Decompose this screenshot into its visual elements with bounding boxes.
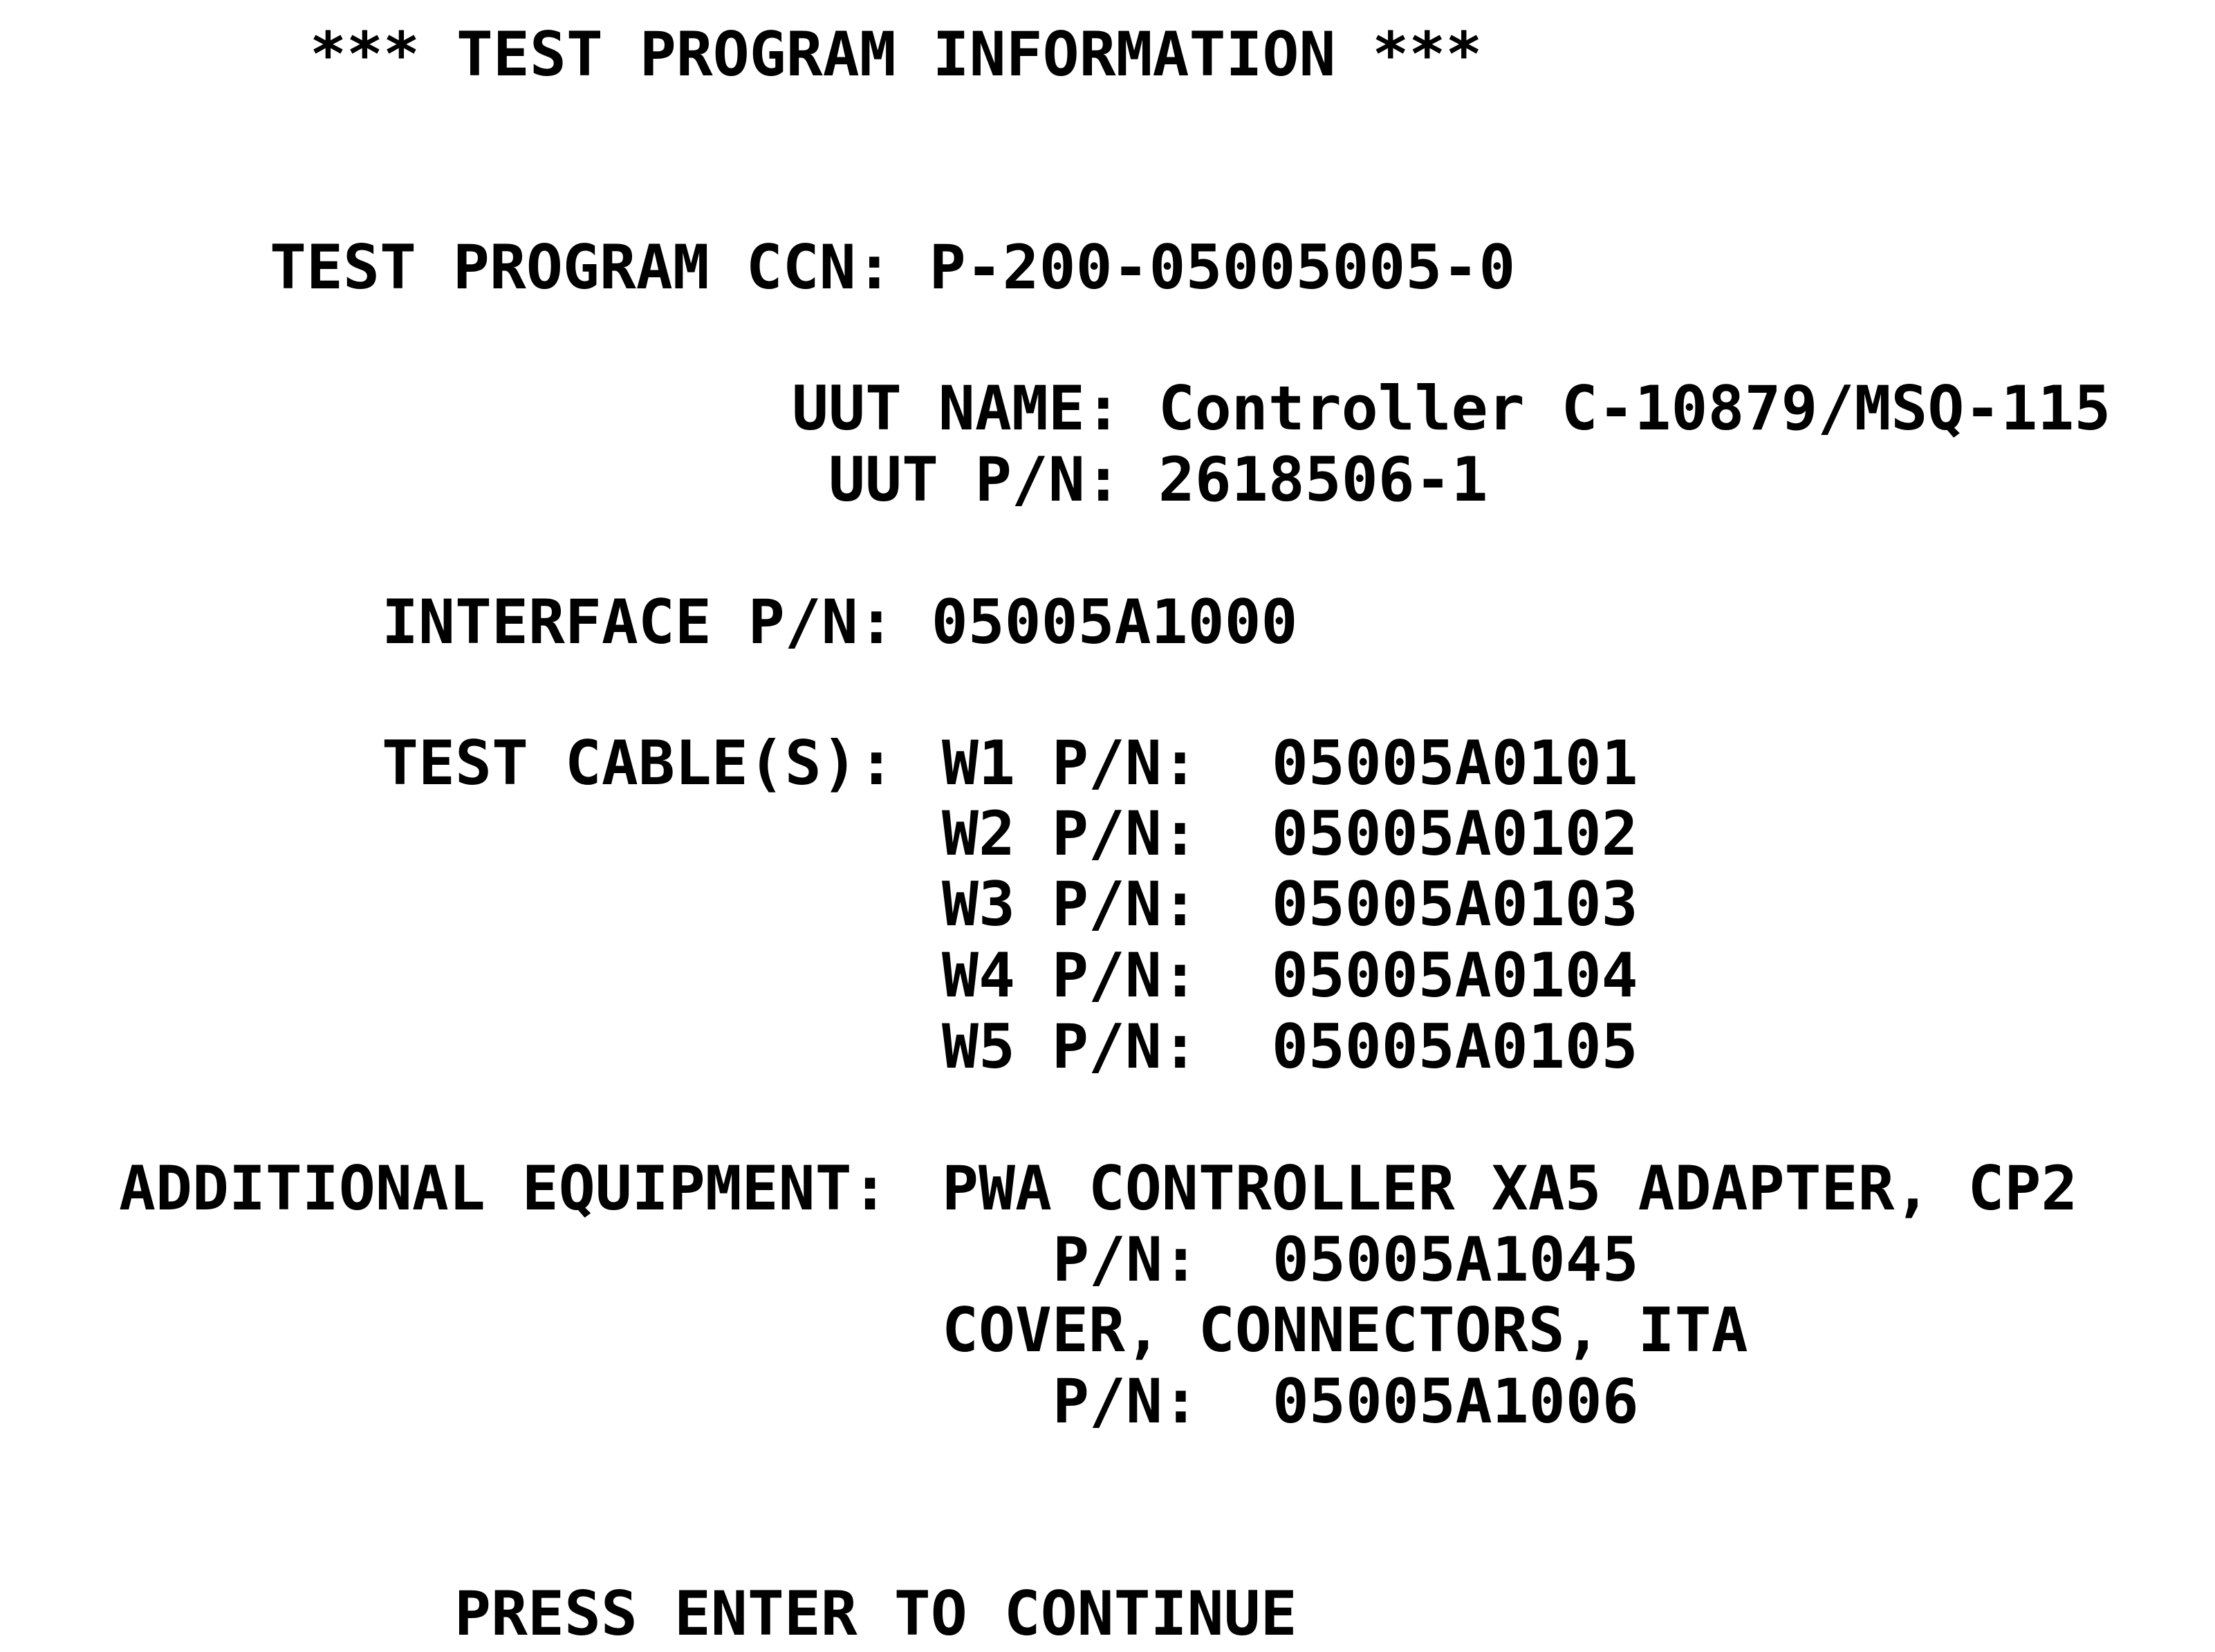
uut-pn-row: UUT P/N: 2618506-1 — [828, 445, 1488, 515]
test-cable-id: W1 P/N: — [942, 727, 1198, 799]
ccn-label: TEST PROGRAM CCN: — [270, 232, 893, 303]
equipment-pn-row: P/N: 05005A1045 — [1053, 1225, 1639, 1295]
interface-pn-row: INTERFACE P/N: 05005A1000 — [382, 587, 1298, 658]
test-cable-id: W4 P/N: — [942, 940, 1198, 1011]
test-cable-id: W2 P/N: — [942, 798, 1198, 869]
test-cable-id: W3 P/N: — [942, 869, 1198, 940]
equipment-name: COVER, CONNECTORS, ITA — [942, 1294, 1748, 1366]
equipment-pn-label: P/N: — [1053, 1366, 1199, 1437]
interface-pn-value: 05005A1000 — [931, 586, 1298, 658]
ccn-value: P-200-05005005-0 — [929, 232, 1516, 303]
test-cable-pn: 05005A0104 — [1271, 940, 1638, 1011]
test-cable-pn: 05005A0101 — [1271, 727, 1638, 799]
test-cables-label: TEST CABLE(S): — [382, 727, 895, 799]
test-cable-row: W2 P/N: 05005A0102 — [942, 799, 1638, 869]
equipment-pn-label: P/N: — [1053, 1224, 1199, 1295]
continue-prompt[interactable]: PRESS ENTER TO CONTINUE — [454, 1579, 1297, 1649]
test-cable-pn: 05005A0105 — [1271, 1011, 1638, 1082]
test-cable-pn: 05005A0102 — [1271, 798, 1638, 869]
uut-name-label: UUT NAME: — [792, 373, 1122, 444]
equipment-name: PWA CONTROLLER XA5 ADAPTER, CP2 — [942, 1153, 2078, 1224]
test-cable-row: W3 P/N: 05005A0103 — [942, 869, 1638, 940]
uut-name-value: Controller C-10879/MSQ-115 — [1158, 373, 2111, 444]
ccn-row: TEST PROGRAM CCN: P-200-05005005-0 — [270, 232, 1515, 303]
uut-pn-value: 2618506-1 — [1158, 444, 1488, 515]
uut-name-row: UUT NAME: Controller C-10879/MSQ-115 — [792, 373, 2111, 444]
equipment-pn: 05005A1006 — [1272, 1366, 1639, 1437]
terminal-screen: *** TEST PROGRAM INFORMATION *** TEST PR… — [0, 0, 2215, 1652]
test-cable-row: W1 P/N: 05005A0101 — [942, 728, 1638, 799]
test-cable-pn: 05005A0103 — [1271, 869, 1638, 940]
interface-pn-label: INTERFACE P/N: — [382, 586, 895, 658]
test-cable-row: W5 P/N: 05005A0105 — [942, 1012, 1638, 1082]
uut-pn-label: UUT P/N: — [828, 444, 1122, 515]
equipment-pn: 05005A1045 — [1272, 1224, 1639, 1295]
test-cable-row: W4 P/N: 05005A0104 — [942, 940, 1638, 1011]
page-title: *** TEST PROGRAM INFORMATION *** — [310, 19, 1483, 90]
equipment-pn-row: P/N: 05005A1006 — [1053, 1366, 1639, 1437]
test-cable-id: W5 P/N: — [942, 1011, 1198, 1082]
additional-equipment-label: ADDITIONAL EQUIPMENT: — [119, 1153, 889, 1224]
